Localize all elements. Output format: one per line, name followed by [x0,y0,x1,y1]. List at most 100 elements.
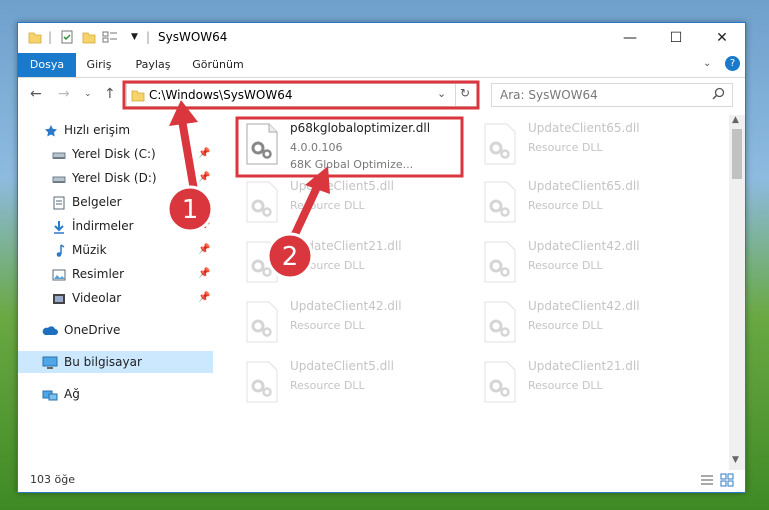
star-icon [44,123,58,137]
file-name: UpdateClient5.dll [290,359,394,373]
dll-file-icon [245,123,279,165]
file-type: Resource DLL [528,141,603,154]
address-dropdown-icon[interactable]: ⌄ [437,87,446,100]
sidebar-item-videos[interactable]: Videolar 📌 [18,287,213,309]
search-box[interactable]: Ara: SysWOW64 [491,83,733,107]
scroll-down-icon[interactable]: ▼ [732,455,739,465]
pin-icon: 📌 [198,268,211,279]
video-icon [52,291,66,305]
back-icon[interactable]: ← [30,86,42,102]
sidebar-item-label: OneDrive [64,323,121,337]
recent-dropdown-icon[interactable]: ⌄ [84,89,92,99]
properties-icon[interactable] [60,30,74,46]
ribbon-expand-icon[interactable]: ⌄ [703,58,711,69]
file-type: Resource DLL [528,199,603,212]
sidebar-item-onedrive[interactable]: OneDrive [18,319,213,341]
dll-file-icon [483,361,517,403]
tab-home[interactable]: Giriş [78,53,120,77]
list-view-icon[interactable] [102,30,118,46]
new-folder-icon[interactable] [82,30,96,46]
tab-view[interactable]: Görünüm [186,53,250,77]
dll-file-icon [245,241,279,283]
scroll-up-icon[interactable]: ▲ [732,115,739,125]
file-item[interactable]: UpdateClient65.dll Resource DLL [481,119,701,175]
pictures-icon [52,267,66,281]
forward-icon[interactable]: → [58,86,70,102]
file-item-highlighted[interactable]: p68kglobaloptimizer.dll 4.0.0.106 68K Gl… [243,119,463,175]
sidebar-item-label: Ağ [64,387,80,401]
sidebar-item-music[interactable]: Müzik 📌 [18,239,213,261]
sidebar-item-label: Hızlı erişim [64,123,131,137]
file-item[interactable]: UpdateClient21.dll Resource DLL [481,357,701,413]
sidebar-item-label: Müzik [72,243,107,257]
explorer-window: | ▼ | SysWOW64 — ☐ ✕ Dosya Giriş Paylaş … [17,22,746,493]
tiles-view-icon[interactable] [720,473,734,490]
up-icon[interactable]: ↑ [104,86,116,102]
refresh-icon[interactable]: ↻ [460,86,470,100]
pin-icon: 📌 [198,244,211,255]
divider [455,84,456,106]
sidebar-item-downloads[interactable]: İndirmeler 📌 [18,215,213,237]
file-item[interactable]: UpdateClient42.dll Resource DLL [481,237,701,293]
file-type: Resource DLL [290,259,365,272]
ribbon-tabs: Dosya Giriş Paylaş Görünüm ⌄ ? [18,53,745,78]
sidebar-item-local-disk-c[interactable]: Yerel Disk (C:) 📌 [18,143,213,165]
scroll-thumb[interactable] [732,129,742,179]
title-bar: | ▼ | SysWOW64 — ☐ ✕ [18,23,745,53]
file-type: Resource DLL [290,379,365,392]
separator: | [48,30,53,44]
sidebar-item-network[interactable]: Ağ [18,383,213,405]
pin-icon: 📌 [198,292,211,303]
sidebar-item-local-disk-d[interactable]: Yerel Disk (D:) 📌 [18,167,213,189]
sidebar-item-label: Bu bilgisayar [64,355,142,369]
file-type: Resource DLL [290,319,365,332]
dll-file-icon [483,181,517,223]
file-list: p68kglobaloptimizer.dll 4.0.0.106 68K Gl… [223,115,728,470]
file-name: UpdateClient21.dll [290,239,402,253]
sidebar-item-quick-access[interactable]: Hızlı erişim [18,119,213,141]
tab-share[interactable]: Paylaş [126,53,180,77]
sidebar-item-label: Videolar [72,291,122,305]
dll-file-icon [245,361,279,403]
qat-dropdown-icon[interactable]: ▼ [131,32,138,48]
file-version: 4.0.0.106 [290,141,343,154]
file-item[interactable]: UpdateClient5.dll Resource DLL [243,357,463,413]
dll-file-icon [483,241,517,283]
details-view-icon[interactable] [700,473,714,490]
file-name: UpdateClient42.dll [528,299,640,313]
pin-icon: 📌 [198,220,211,231]
sidebar-item-this-pc[interactable]: Bu bilgisayar [18,351,213,373]
file-item[interactable]: UpdateClient42.dll Resource DLL [481,297,701,353]
sidebar-item-label: Yerel Disk (D:) [72,171,157,185]
cloud-icon [42,323,58,337]
pin-icon: 📌 [198,196,211,207]
close-button[interactable]: ✕ [699,23,745,53]
dll-file-icon [245,181,279,223]
file-item[interactable]: UpdateClient5.dll Resource DLL [243,177,463,233]
address-path[interactable]: C:\Windows\SysWOW64 [149,88,293,102]
status-bar: 103 öğe [18,470,745,492]
file-item[interactable]: UpdateClient65.dll Resource DLL [481,177,701,233]
sidebar-item-label: Yerel Disk (C:) [72,147,156,161]
search-icon[interactable] [712,87,725,103]
search-input[interactable]: Ara: SysWOW64 [500,88,598,102]
network-icon [42,387,58,401]
address-bar[interactable]: C:\Windows\SysWOW64 ⌄ ↻ [126,83,478,107]
sidebar-item-label: İndirmeler [72,219,134,233]
sidebar-item-documents[interactable]: Belgeler 📌 [18,191,213,213]
document-icon [52,195,66,210]
download-icon [52,219,66,234]
file-name: UpdateClient65.dll [528,121,640,135]
maximize-button[interactable]: ☐ [653,23,699,53]
file-item[interactable]: UpdateClient21.dll Resource DLL [243,237,463,293]
navigation-bar: ← → ⌄ ↑ C:\Windows\SysWOW64 ⌄ ↻ Ara: Sys… [18,78,745,112]
minimize-button[interactable]: — [607,23,653,53]
help-icon[interactable]: ? [725,56,740,71]
tab-file[interactable]: Dosya [18,53,76,77]
vertical-scrollbar[interactable]: ▲ ▼ [729,115,745,470]
drive-icon [52,171,66,185]
pin-icon: 📌 [198,172,211,183]
sidebar-item-pictures[interactable]: Resimler 📌 [18,263,213,285]
file-item[interactable]: UpdateClient42.dll Resource DLL [243,297,463,353]
sidebar-item-label: Belgeler [72,195,122,209]
